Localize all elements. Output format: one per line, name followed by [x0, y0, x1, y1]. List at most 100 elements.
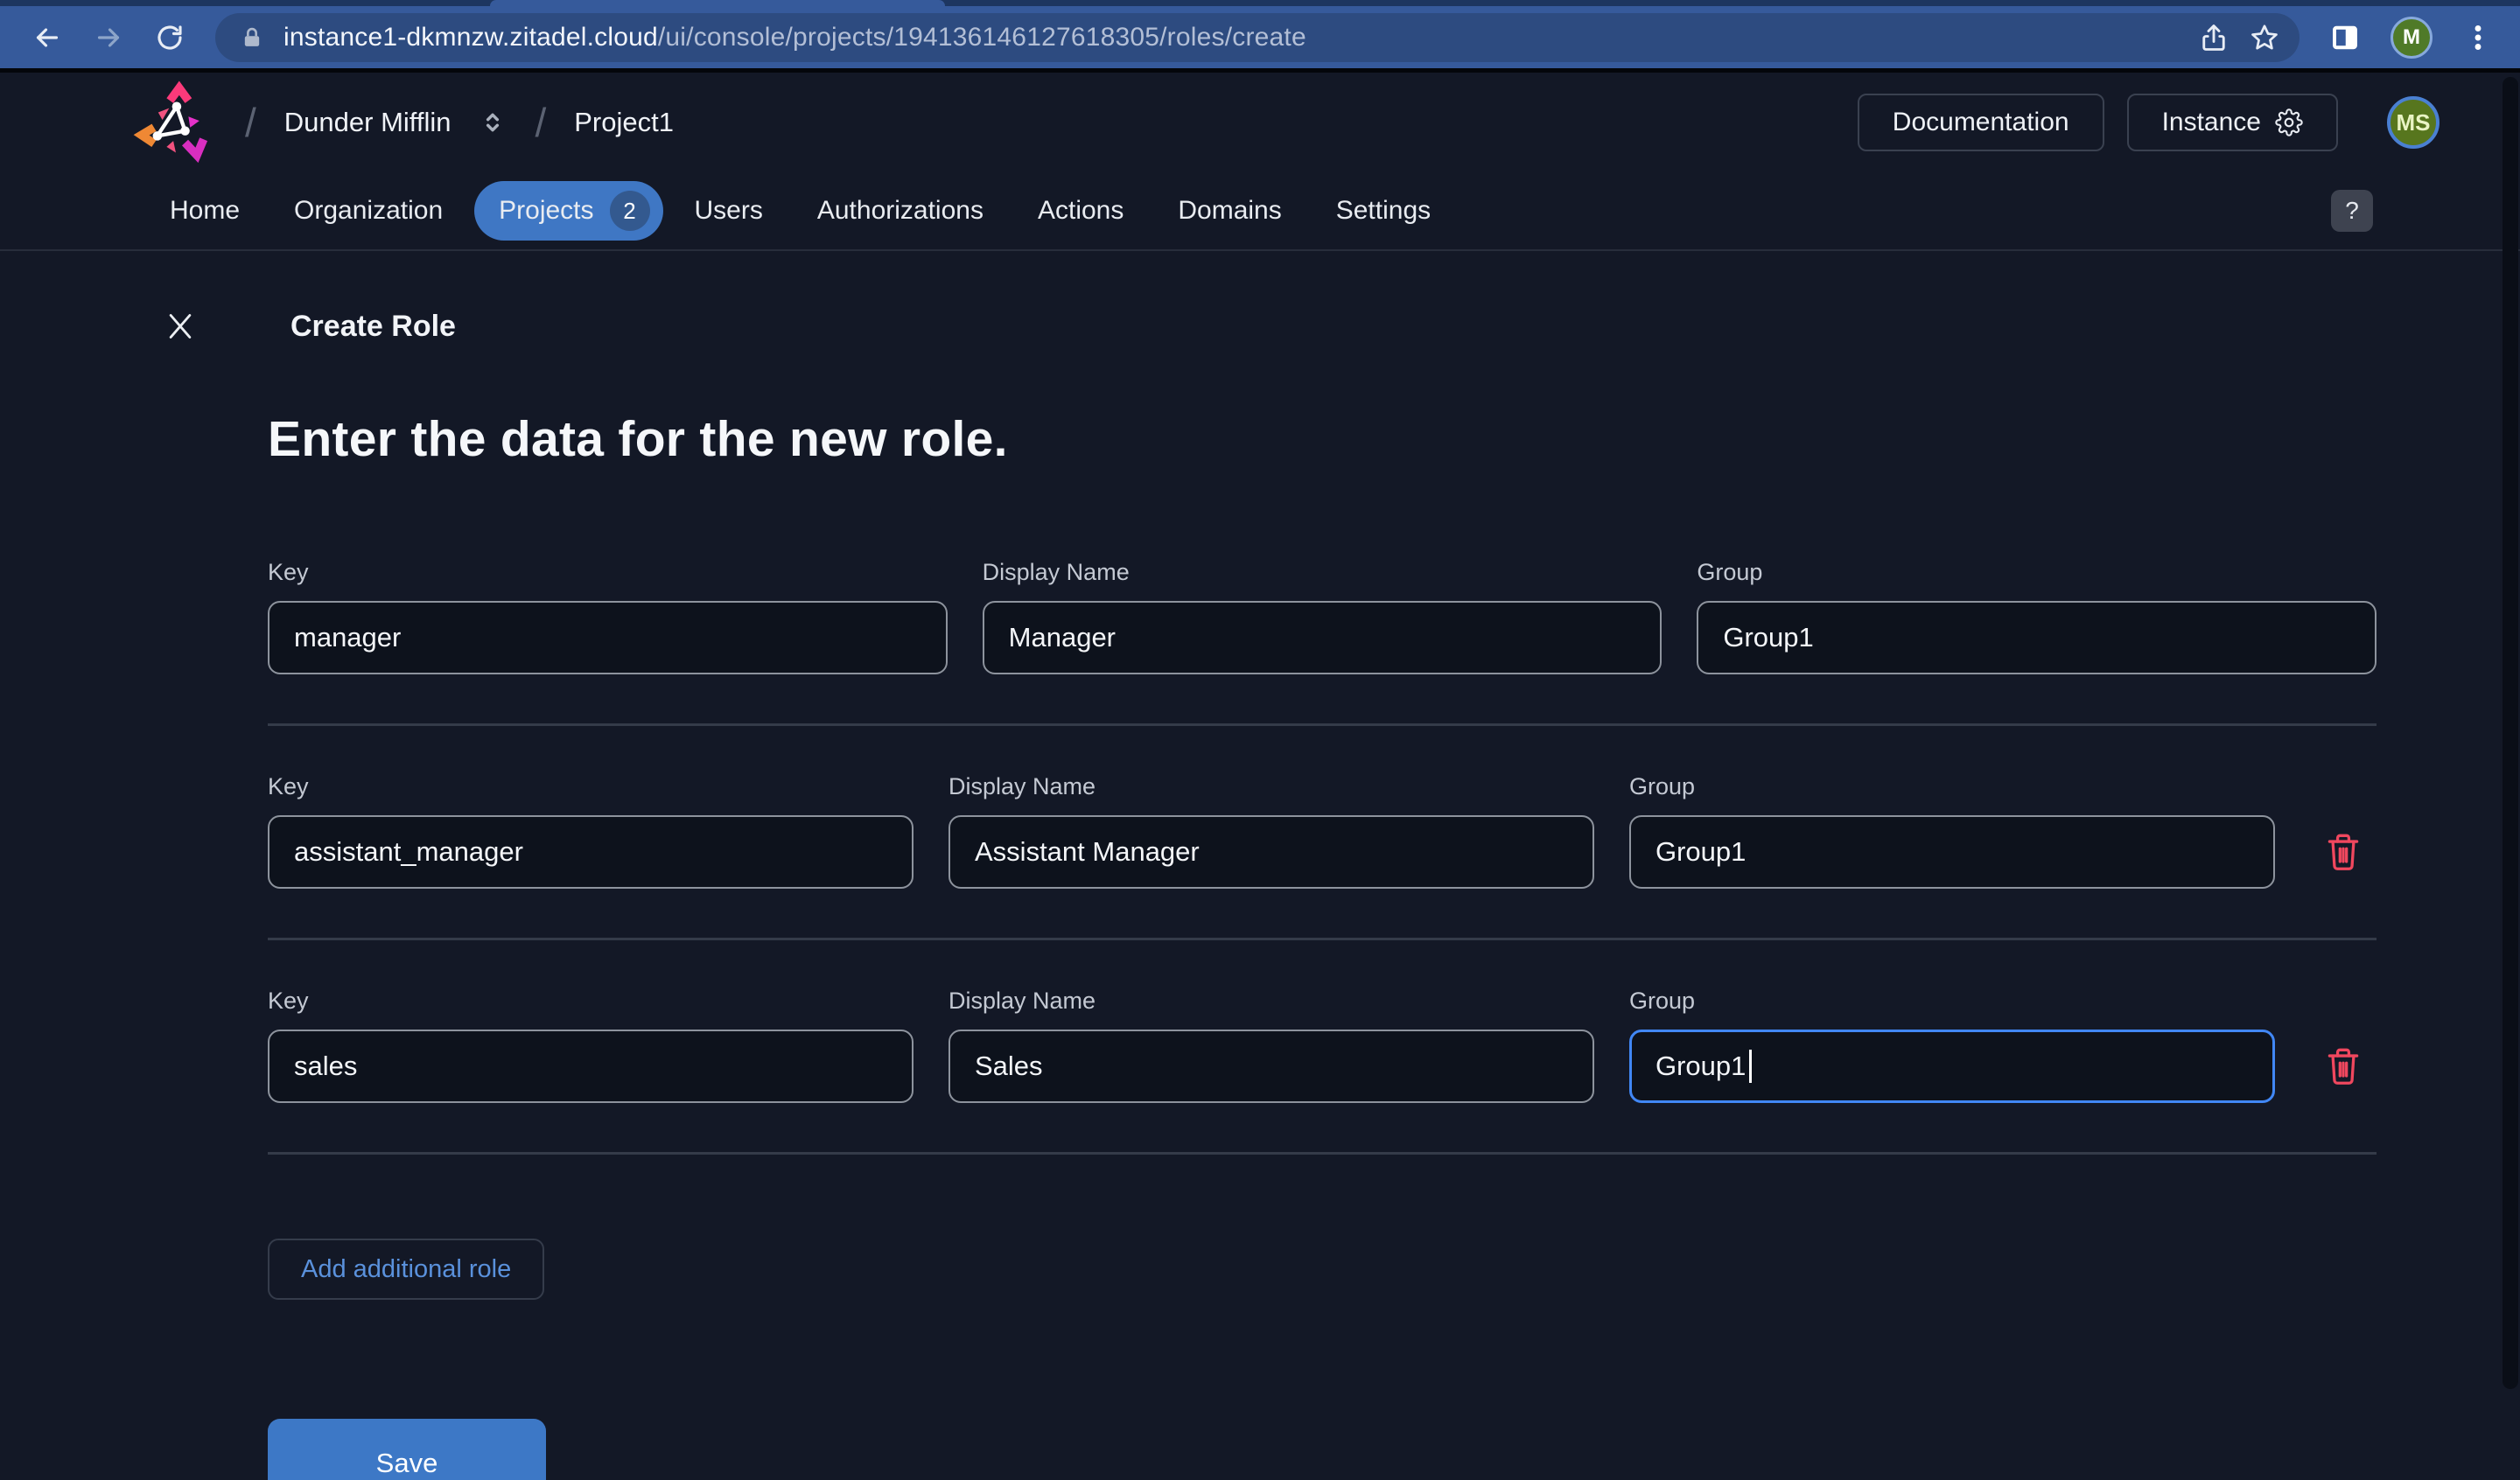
role-group-field: Group Group1	[1629, 988, 2275, 1103]
documentation-button[interactable]: Documentation	[1857, 94, 2104, 151]
main-nav: Home Organization Projects 2 Users Authorizat…	[0, 172, 2520, 251]
text-cursor	[1749, 1050, 1753, 1083]
url-text: instance1-dkmnzw.zitadel.cloud/ui/consol…	[284, 23, 2179, 52]
breadcrumb-org[interactable]: Dunder Mifflin	[284, 107, 452, 138]
browser-profile-avatar[interactable]: M	[2390, 17, 2432, 59]
tab-label: Users	[694, 196, 763, 225]
close-button[interactable]	[163, 309, 198, 344]
row-divider	[268, 938, 2376, 940]
delete-role-button[interactable]	[2310, 1030, 2376, 1103]
side-panel-icon[interactable]	[2329, 22, 2361, 53]
add-additional-role-button[interactable]: Add additional role	[268, 1239, 545, 1300]
forward-icon[interactable]	[93, 22, 124, 53]
tab-label: Domains	[1178, 196, 1282, 225]
user-avatar[interactable]: MS	[2387, 96, 2440, 149]
row-divider	[268, 1152, 2376, 1155]
display-name-label: Display Name	[948, 773, 1096, 799]
input-value: sales	[294, 1051, 358, 1081]
input-value: Group1	[1723, 622, 1814, 653]
active-browser-tab[interactable]	[490, 0, 945, 6]
page-title: Create Role	[290, 309, 456, 343]
display-name-label: Display Name	[982, 559, 1130, 585]
role-group-field: Group Group1	[1697, 559, 2376, 674]
back-icon[interactable]	[32, 22, 63, 53]
zitadel-console-screen: instance1-dkmnzw.zitadel.cloud/ui/consol…	[0, 0, 2520, 1480]
role-key-field: Key assistant_manager	[268, 773, 914, 889]
roles-form: Key manager Display Name Manager Group Group1…	[268, 559, 2376, 1480]
group-label: Group	[1697, 559, 1763, 585]
tab-projects[interactable]: Projects 2	[474, 181, 663, 241]
trash-icon	[2328, 1048, 2359, 1085]
tab-home[interactable]: Home	[147, 183, 262, 239]
reload-icon[interactable]	[154, 22, 186, 53]
input-value: Group1	[1656, 836, 1746, 867]
tab-organization[interactable]: Organization	[271, 183, 466, 239]
browser-chrome: instance1-dkmnzw.zitadel.cloud/ui/consol…	[0, 0, 2520, 68]
row-divider	[268, 723, 2376, 726]
role-row: Key manager Display Name Manager Group Group1	[268, 559, 2376, 674]
input-value: Sales	[975, 1051, 1043, 1081]
input-value: Group1	[1656, 1051, 1746, 1081]
tab-label: Home	[170, 196, 241, 225]
role-key-input[interactable]: assistant_manager	[268, 815, 914, 889]
instance-button[interactable]: Instance	[2126, 94, 2338, 151]
tab-badge: 2	[609, 191, 650, 231]
breadcrumb-project[interactable]: Project1	[574, 107, 674, 138]
tab-authorizations[interactable]: Authorizations	[794, 183, 1006, 239]
zitadel-logo[interactable]	[133, 80, 217, 164]
role-display-name-input[interactable]: Sales	[948, 1030, 1594, 1103]
role-key-input[interactable]: sales	[268, 1030, 914, 1103]
browser-tab-strip	[0, 0, 2520, 6]
tab-label: Actions	[1037, 196, 1124, 225]
trash-icon	[2328, 834, 2359, 870]
group-label: Group	[1629, 988, 1696, 1014]
delete-role-button[interactable]	[2310, 815, 2376, 889]
tab-label: Settings	[1335, 196, 1432, 225]
close-icon	[169, 314, 192, 339]
tab-users[interactable]: Users	[672, 183, 786, 239]
url-bar[interactable]: instance1-dkmnzw.zitadel.cloud/ui/consol…	[215, 13, 2300, 62]
key-label: Key	[268, 559, 309, 585]
url-domain: instance1-dkmnzw.zitadel.cloud	[284, 23, 658, 52]
role-display-name-field: Display Name Assistant Manager	[948, 773, 1594, 889]
tab-actions[interactable]: Actions	[1015, 183, 1146, 239]
display-name-label: Display Name	[948, 988, 1096, 1014]
breadcrumb-separator: /	[245, 100, 256, 145]
create-role-page: Create Role Enter the data for the new r…	[0, 251, 2520, 1480]
group-label: Group	[1629, 773, 1696, 799]
tab-label: Authorizations	[816, 196, 984, 225]
bookmark-star-icon[interactable]	[2249, 22, 2280, 53]
role-display-name-field: Display Name Sales	[948, 988, 1594, 1103]
share-icon[interactable]	[2198, 22, 2230, 53]
key-label: Key	[268, 988, 309, 1014]
role-key-input[interactable]: manager	[268, 601, 948, 674]
role-group-input[interactable]: Group1	[1697, 601, 2376, 674]
form-heading: Enter the data for the new role.	[268, 411, 1008, 467]
app-header: / Dunder Mifflin / Project1 Documentatio…	[0, 73, 2520, 172]
help-button[interactable]: ?	[2331, 190, 2373, 232]
lock-icon	[244, 27, 260, 46]
role-group-input[interactable]: Group1	[1629, 1030, 2275, 1103]
url-path: /ui/console/projects/194136146127618305/…	[657, 23, 1306, 52]
role-display-name-field: Display Name Manager	[982, 559, 1662, 674]
gear-icon	[2275, 108, 2303, 136]
role-key-field: Key sales	[268, 988, 914, 1103]
input-value: Assistant Manager	[975, 836, 1200, 867]
save-button[interactable]: Save	[268, 1419, 546, 1480]
browser-menu-icon[interactable]	[2462, 22, 2494, 53]
role-row: Key sales Display Name Sales Group Group1	[268, 988, 2376, 1103]
tab-domains[interactable]: Domains	[1155, 183, 1304, 239]
input-value: manager	[294, 622, 402, 653]
role-display-name-input[interactable]: Assistant Manager	[948, 815, 1594, 889]
role-group-input[interactable]: Group1	[1629, 815, 2275, 889]
role-row: Key assistant_manager Display Name Assistan…	[268, 773, 2376, 889]
role-display-name-input[interactable]: Manager	[982, 601, 1662, 674]
scrollbar-thumb[interactable]	[2502, 77, 2518, 1389]
role-group-field: Group Group1	[1629, 773, 2275, 889]
tab-label: Projects	[499, 196, 594, 225]
key-label: Key	[268, 773, 309, 799]
breadcrumb-separator: /	[535, 100, 547, 145]
tab-settings[interactable]: Settings	[1313, 183, 1453, 239]
role-key-field: Key manager	[268, 559, 948, 674]
org-switcher-icon[interactable]	[479, 108, 507, 136]
